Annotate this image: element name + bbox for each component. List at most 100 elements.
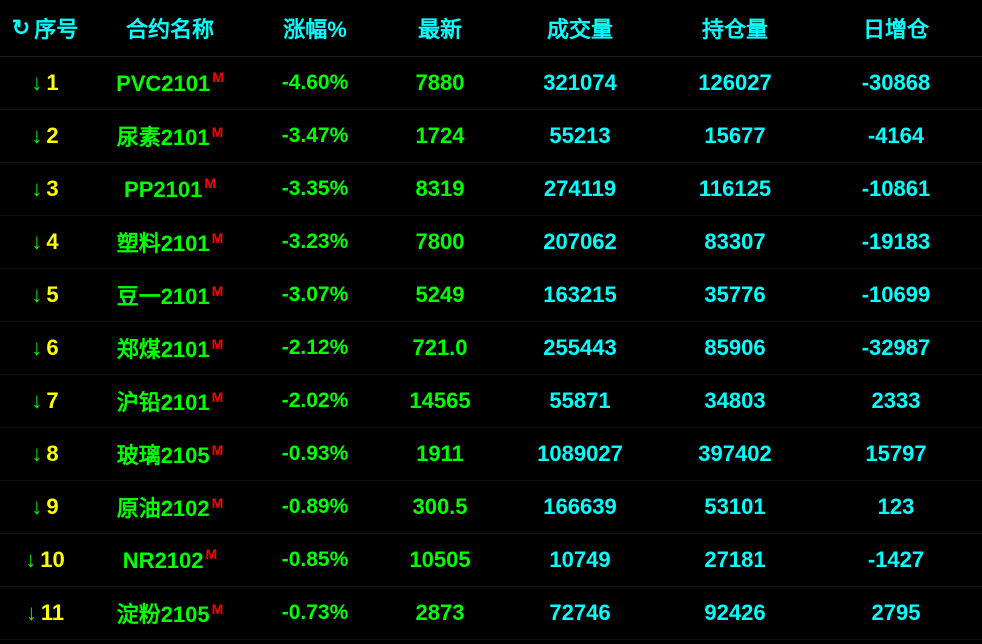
table-row[interactable]: ↓ 3 PP2101M -3.35% 8319 274119 116125 -1… [0,163,982,216]
down-arrow-icon: ↓ [31,441,42,467]
cell-seq: ↓ 1 [0,70,90,96]
table-row[interactable]: ↓ 9 原油2102M -0.89% 300.5 166639 53101 12… [0,481,982,534]
header-daily: 日增仓 [810,12,982,44]
contract-m-badge: M [212,601,224,617]
contract-m-badge: M [206,546,218,562]
latest-value: 2873 [416,600,465,625]
latest-value: 8319 [416,176,465,201]
daily-value: 123 [878,494,915,519]
volume-value: 166639 [543,494,616,519]
oi-value: 85906 [704,335,765,360]
cell-daily: -4164 [810,123,982,149]
cell-name: PVC2101M [90,69,250,96]
change-value: -3.07% [282,283,349,306]
cell-oi: 15677 [660,123,810,149]
cell-seq: ↓ 9 [0,494,90,520]
down-arrow-icon: ↓ [31,176,42,202]
daily-value: -32987 [862,335,931,360]
volume-value: 55871 [549,388,610,413]
header-name: 合约名称 [90,12,250,44]
cell-change: -0.85% [250,548,380,572]
cell-volume: 274119 [500,176,660,202]
header-latest: 最新 [380,12,500,44]
down-arrow-icon: ↓ [31,123,42,149]
refresh-icon[interactable]: ↻ [12,15,30,41]
change-value: -0.89% [282,495,349,518]
daily-value: -4164 [868,123,924,148]
cell-latest: 10505 [380,547,500,573]
cell-seq: ↓ 8 [0,441,90,467]
latest-value: 1911 [416,441,464,466]
contract-name-text: PP2101M [124,177,216,202]
cell-volume: 163215 [500,282,660,308]
volume-value: 10749 [549,547,610,572]
cell-seq: ↓ 11 [0,600,90,626]
table-body: ↓ 1 PVC2101M -4.60% 7880 321074 126027 -… [0,57,982,640]
contract-m-badge: M [212,442,224,458]
latest-value: 300.5 [412,494,467,519]
down-arrow-icon: ↓ [31,494,42,520]
contract-name-text: NR2102M [123,548,217,573]
contract-m-badge: M [212,230,224,246]
contract-m-badge: M [212,124,224,140]
table-row[interactable]: ↓ 4 塑料2101M -3.23% 7800 207062 83307 -19… [0,216,982,269]
cell-oi: 27181 [660,547,810,573]
down-arrow-icon: ↓ [31,335,42,361]
cell-daily: -1427 [810,547,982,573]
cell-latest: 2873 [380,600,500,626]
cell-latest: 1911 [380,441,500,467]
contract-m-badge: M [204,175,216,191]
cell-volume: 10749 [500,547,660,573]
latest-value: 14565 [409,388,470,413]
cell-latest: 1724 [380,123,500,149]
daily-value: -10699 [862,282,931,307]
oi-value: 92426 [704,600,765,625]
table-row[interactable]: ↓ 10 NR2102M -0.85% 10505 10749 27181 -1… [0,534,982,587]
change-value: -0.73% [282,601,349,624]
row-number: 4 [46,229,58,255]
cell-name: 玻璃2105M [90,438,250,470]
cell-latest: 14565 [380,388,500,414]
cell-latest: 7880 [380,70,500,96]
cell-name: 沪铅2101M [90,385,250,417]
contract-m-badge: M [212,69,224,85]
table-header: ↻序号 合约名称 涨幅% 最新 成交量 持仓量 日增仓 [0,0,982,57]
daily-value: 15797 [865,441,926,466]
main-table: ↻序号 合约名称 涨幅% 最新 成交量 持仓量 日增仓 ↓ 1 [0,0,982,644]
table-row[interactable]: ↓ 8 玻璃2105M -0.93% 1911 1089027 397402 1… [0,428,982,481]
contract-name-text: 淀粉2105M [117,602,224,627]
cell-volume: 207062 [500,229,660,255]
volume-value: 72746 [549,600,610,625]
volume-value: 163215 [543,282,616,307]
oi-value: 116125 [699,176,771,201]
daily-value: -1427 [868,547,924,572]
oi-value: 126027 [698,70,771,95]
oi-value: 83307 [704,229,765,254]
volume-value: 255443 [543,335,616,360]
cell-latest: 7800 [380,229,500,255]
contract-name-text: PVC2101M [116,71,224,96]
cell-change: -4.60% [250,71,380,95]
contract-name-text: 郑煤2101M [117,337,224,362]
table-row[interactable]: ↓ 7 沪铅2101M -2.02% 14565 55871 34803 233… [0,375,982,428]
volume-value: 207062 [543,229,616,254]
contract-name-text: 尿素2101M [117,125,224,150]
down-arrow-icon: ↓ [31,282,42,308]
change-value: -4.60% [282,71,349,94]
daily-value: 2795 [872,600,921,625]
cell-latest: 721.0 [380,335,500,361]
cell-name: 淀粉2105M [90,597,250,629]
table-row[interactable]: ↓ 2 尿素2101M -3.47% 1724 55213 15677 -416… [0,110,982,163]
cell-change: -3.47% [250,124,380,148]
contract-name-text: 塑料2101M [117,231,224,256]
latest-value: 721.0 [412,335,467,360]
table-row[interactable]: ↓ 11 淀粉2105M -0.73% 2873 72746 92426 279… [0,587,982,640]
table-row[interactable]: ↓ 1 PVC2101M -4.60% 7880 321074 126027 -… [0,57,982,110]
oi-value: 15677 [704,123,765,148]
change-value: -2.02% [282,389,349,412]
cell-volume: 166639 [500,494,660,520]
table-row[interactable]: ↓ 5 豆一2101M -3.07% 5249 163215 35776 -10… [0,269,982,322]
contract-name-text: 玻璃2105M [117,443,224,468]
cell-oi: 35776 [660,282,810,308]
table-row[interactable]: ↓ 6 郑煤2101M -2.12% 721.0 255443 85906 -3… [0,322,982,375]
